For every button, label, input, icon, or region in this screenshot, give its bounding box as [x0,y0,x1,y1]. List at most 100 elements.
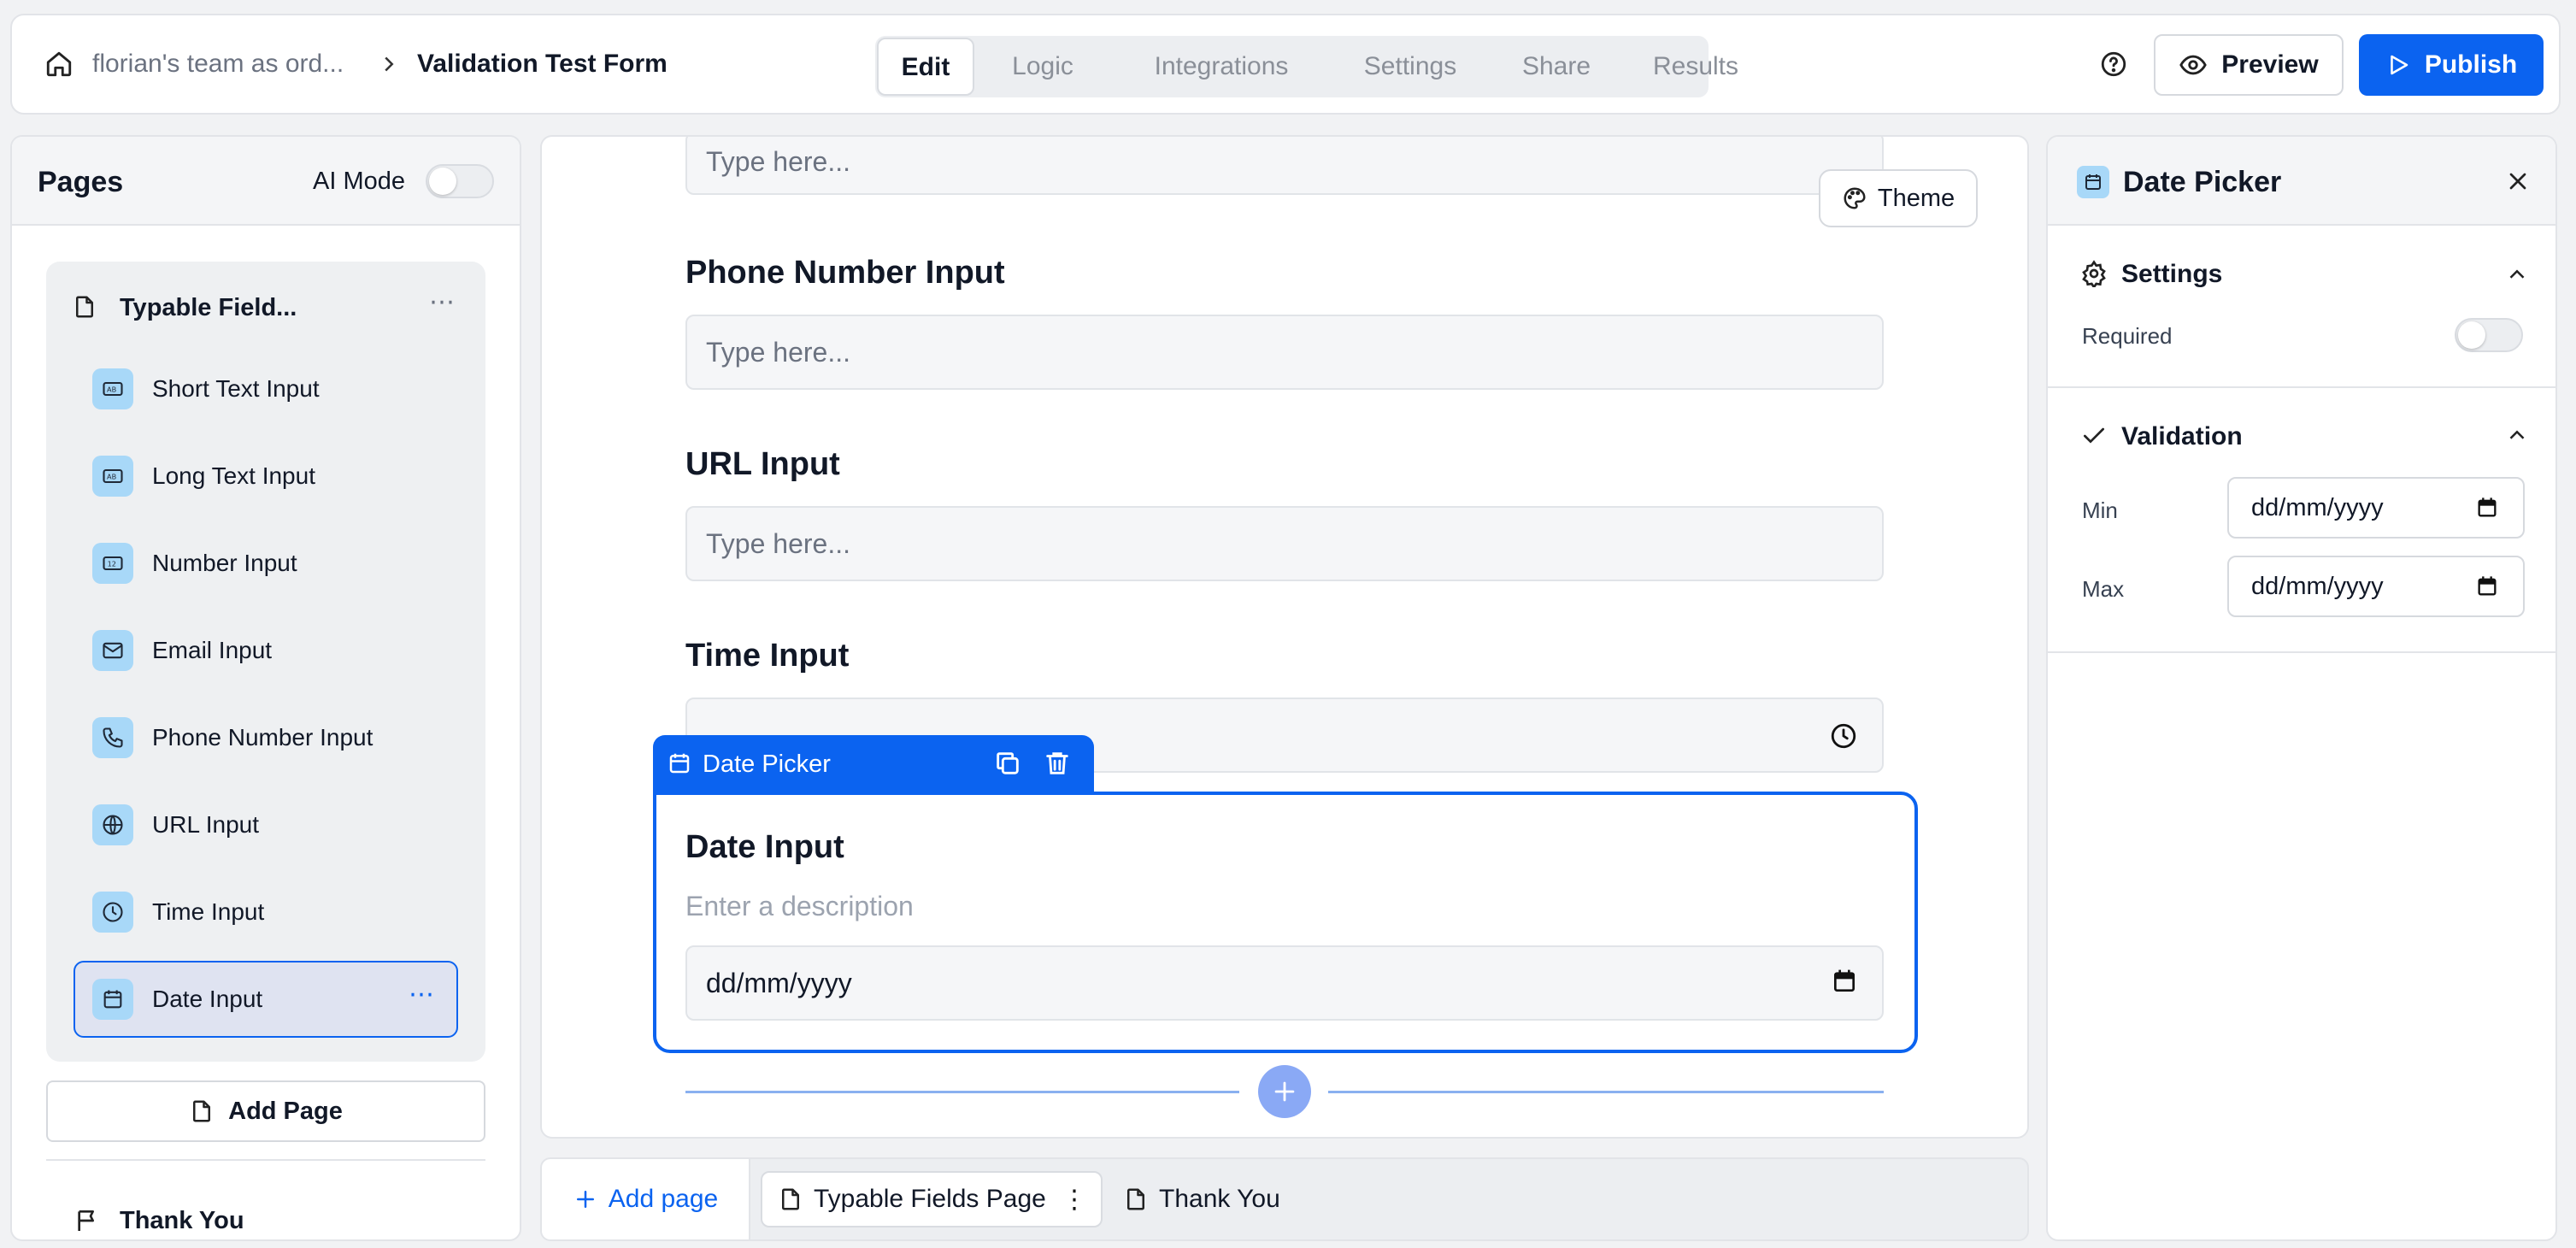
publish-label: Publish [2424,50,2518,79]
add-block-button[interactable] [1258,1065,1311,1118]
tab-share[interactable]: Share [1492,36,1620,97]
thank-you-page[interactable]: Thank You [120,1207,244,1235]
file-icon [193,1100,211,1122]
page-name[interactable]: Typable Field... [120,294,297,322]
duplicate-icon[interactable] [993,749,1022,778]
svg-text:12: 12 [108,560,116,568]
sidebar-item-label: Date Input [152,986,263,1012]
date-input[interactable]: dd/mm/yyyy [685,945,1884,1021]
sidebar-item-label: Email Input [152,637,273,663]
min-label: Min [2082,497,2118,523]
sidebar-item-time[interactable]: Time Input [75,874,460,951]
plus-icon [576,1191,594,1208]
sidebar-item-label: Long Text Input [152,462,315,489]
close-icon[interactable] [2504,168,2532,195]
question-label[interactable]: Time Input [685,638,849,674]
number-icon: 12 [92,543,133,584]
trash-icon[interactable] [1043,749,1072,778]
tab-settings[interactable]: Settings [1332,36,1489,97]
divider [2048,651,2555,653]
text-input-partial[interactable]: Type here... [685,137,1884,195]
add-page-label: Add Page [228,1097,343,1125]
calendar-badge-icon [2077,166,2109,198]
ai-mode-toggle[interactable] [426,164,494,198]
min-date-value: dd/mm/yyyy [2251,494,2384,521]
page-tab-thank-you[interactable]: Thank You [1123,1171,1311,1227]
more-vertical-icon[interactable]: ⋮ [1062,1185,1087,1215]
sidebar-item-long-text[interactable]: AB Long Text Input [75,438,460,515]
question-label[interactable]: Phone Number Input [685,255,1005,291]
calendar-icon[interactable] [2475,496,2499,520]
workspace-breadcrumb[interactable]: florian's team as ord... [92,50,344,79]
top-header: florian's team as ord... Validation Test… [10,14,2561,115]
sidebar-item-label: Time Input [152,898,265,925]
publish-button[interactable]: Publish [2359,34,2544,96]
file-icon [72,294,97,320]
page-tabs-bar: Add page Typable Fields Page ⋮ Thank You [540,1157,2029,1241]
item-more-icon[interactable]: ⋯ [409,980,434,1010]
editor-tabs: Edit Logic Integrations Settings Share R… [875,36,1738,97]
page-more-icon[interactable]: ⋯ [429,287,456,317]
description-input[interactable]: Enter a description [685,891,914,922]
chevron-right-icon [376,51,402,77]
calendar-icon [667,751,692,776]
add-block-line-left [685,1091,1239,1093]
sidebar-title: Pages [38,166,124,198]
mail-icon [92,630,133,671]
max-date-value: dd/mm/yyyy [2251,573,2384,600]
sidebar-item-email[interactable]: Email Input [75,612,460,689]
chevron-up-icon[interactable] [2504,422,2530,448]
form-canvas: Type here... Theme Phone Number Input Ty… [540,135,2029,1139]
add-page-tab-button[interactable]: Add page [542,1159,750,1239]
phone-input[interactable]: Type here... [685,315,1884,390]
preview-button[interactable]: Preview [2154,34,2344,96]
settings-section-title[interactable]: Settings [2121,260,2222,289]
add-page-tab-label: Add page [608,1185,719,1213]
question-label[interactable]: Date Input [685,829,844,866]
tab-integrations[interactable]: Integrations [1115,36,1328,97]
clock-icon [1829,721,1858,751]
tab-logic[interactable]: Logic [978,36,1108,97]
theme-button[interactable]: Theme [1819,169,1978,227]
divider [46,1159,485,1161]
required-toggle[interactable] [2455,318,2523,352]
play-icon [2391,55,2408,75]
sidebar-item-phone[interactable]: Phone Number Input [75,699,460,776]
file-icon [782,1188,799,1210]
url-input[interactable]: Type here... [685,506,1884,581]
text-ab-icon: AB [92,368,133,409]
add-block-line-right [1328,1091,1884,1093]
svg-text:AB: AB [107,386,117,394]
page-tab-typable-fields[interactable]: Typable Fields Page ⋮ [761,1171,1103,1227]
question-label[interactable]: URL Input [685,446,840,483]
sidebar-item-url[interactable]: URL Input [75,786,460,863]
svg-text:AB: AB [107,473,117,481]
sidebar-item-label: Number Input [152,550,297,576]
calendar-icon[interactable] [1831,968,1858,995]
form-title-breadcrumb[interactable]: Validation Test Form [417,50,668,79]
validation-section-title[interactable]: Validation [2121,422,2243,451]
eye-icon [2179,55,2208,75]
home-icon[interactable] [44,50,74,79]
max-label: Max [2082,576,2125,602]
add-page-button[interactable]: Add Page [46,1080,485,1142]
clock-icon [92,892,133,933]
page-tab-label: Thank You [1159,1185,1280,1213]
chevron-up-icon[interactable] [2504,262,2530,287]
sidebar-item-date[interactable]: Date Input ⋯ [74,961,458,1038]
phone-icon [92,717,133,758]
check-icon [2080,422,2108,450]
plus-icon [1274,1081,1295,1102]
sidebar-item-short-text[interactable]: AB Short Text Input [75,350,460,427]
tab-edit[interactable]: Edit [877,38,974,96]
sidebar-item-number[interactable]: 12 Number Input [75,525,460,602]
calendar-icon[interactable] [2475,574,2499,598]
globe-icon [92,804,133,845]
tab-results[interactable]: Results [1627,36,1764,97]
preview-label: Preview [2221,50,2319,79]
date-placeholder: dd/mm/yyyy [706,968,852,998]
palette-icon [1844,187,1866,209]
block-type-label: Date Picker [703,751,831,778]
help-icon[interactable] [2099,50,2128,79]
theme-label: Theme [1877,184,1956,212]
